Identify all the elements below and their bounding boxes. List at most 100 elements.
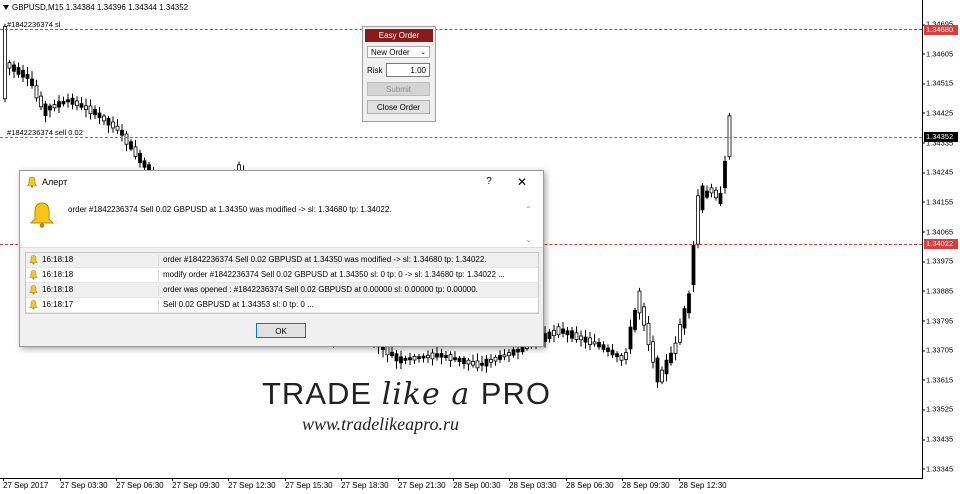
alert-message: order #1842236374 Sell 0.02 GBPUSD at 1.… (158, 255, 487, 266)
candle-body (615, 353, 619, 358)
candle-body (588, 337, 592, 345)
candle-body (111, 121, 115, 129)
candle-body (408, 357, 412, 361)
close-order-button[interactable]: Close Order (367, 100, 430, 114)
scroll-down-icon[interactable]: ⌄ (525, 235, 532, 244)
submit-button[interactable]: Submit (367, 82, 430, 96)
price-tick-label: 1.33975 (921, 256, 954, 266)
easy-order-panel: Easy Order New Order ⌄ Risk 1.00 Submit C… (362, 26, 436, 122)
candle-body (462, 357, 466, 365)
alert-message: order was opened : #1842236374 Sell 0.02… (158, 285, 478, 296)
candle-body (570, 330, 574, 339)
candle-body (682, 308, 687, 329)
brand-url: www.tradelikeapro.ru (302, 414, 459, 434)
price-tick-label: 1.33525 (921, 404, 954, 414)
candle-body (138, 152, 142, 164)
order-type-value: New Order (371, 48, 410, 57)
time-tick-label: 27 Sep 2017 (3, 478, 49, 490)
time-tick-label: 27 Sep 15:30 (285, 478, 333, 490)
candle-body (471, 361, 475, 366)
price-tick-label: 1.34245 (921, 167, 954, 177)
time-tick-label: 28 Sep 03:30 (509, 478, 557, 490)
list-item[interactable]: 16:18:18 order #1842236374 Sell 0.02 GBP… (26, 253, 538, 268)
candle-body (43, 103, 48, 117)
brand-title: TRADE like a PRO (262, 376, 551, 412)
candle-body (574, 332, 579, 340)
candle-body (439, 353, 444, 358)
price-tick-label: 1.33705 (921, 345, 954, 355)
price-tick-label: 1.34605 (921, 49, 954, 59)
help-button[interactable]: ? (482, 175, 496, 189)
candle-body (628, 326, 633, 350)
candle-body (75, 100, 79, 107)
order-type-select[interactable]: New Order ⌄ (367, 46, 430, 58)
price-tick-label: 1.33615 (921, 375, 954, 385)
scroll-up-icon[interactable]: ⌃ (525, 205, 532, 214)
candle-body (66, 99, 70, 103)
alert-time: 16:18:18 (42, 285, 74, 294)
candle-body (435, 353, 439, 358)
time-tick-label: 28 Sep 06:30 (566, 478, 614, 490)
candle-body (475, 360, 480, 369)
candle-body (642, 306, 646, 326)
candle-body (511, 349, 516, 356)
dialog-title: Алерт (42, 177, 68, 187)
brand-title-right: PRO (480, 376, 551, 411)
candle-body (583, 336, 588, 343)
candle-body (489, 359, 493, 363)
candle-body (106, 117, 111, 126)
risk-input[interactable]: 1.00 (386, 63, 430, 77)
price-axis[interactable]: 1.34695 1.34605 1.34515 1.34425 1.34335 1.342… (921, 0, 960, 478)
dialog-message: order #1842236374 Sell 0.02 GBPUSD at 1.… (68, 205, 392, 214)
close-button[interactable]: ✕ (515, 175, 529, 189)
candle-body (21, 69, 25, 78)
alert-time: 16:18:17 (42, 300, 74, 309)
candle-body (426, 354, 430, 359)
candle-body (30, 78, 34, 86)
sl-level-line[interactable] (0, 29, 922, 30)
chart-menu-triangle-icon[interactable] (3, 5, 9, 11)
time-tick-label: 27 Sep 09:30 (172, 478, 220, 490)
candle-body (552, 329, 556, 337)
alert-list[interactable]: 16:18:18 order #1842236374 Sell 0.02 GBP… (25, 252, 539, 314)
candle-body (597, 341, 601, 348)
candle-body (624, 352, 628, 360)
candle-body (385, 345, 390, 356)
candle-body (619, 355, 624, 361)
price-tick-label: 1.34515 (921, 78, 954, 88)
candle-body (25, 74, 30, 79)
time-tick-label: 27 Sep 06:30 (116, 478, 164, 490)
candle-body (700, 185, 705, 211)
time-axis[interactable]: 27 Sep 2017 27 Sep 03:30 27 Sep 06:30 27 Se… (0, 478, 922, 494)
candle-body (696, 195, 700, 245)
candle-body (417, 356, 421, 360)
bell-icon (26, 176, 38, 188)
candle-body (403, 357, 408, 361)
alert-time: 16:18:18 (42, 255, 74, 264)
candle-body (430, 352, 435, 360)
list-item[interactable]: 16:18:18 order was opened : #1842236374 … (26, 283, 538, 298)
order-level-line[interactable] (0, 137, 922, 138)
candle-body (579, 335, 583, 341)
price-level-badge: 1.34352 (924, 132, 958, 142)
candle-body (691, 245, 696, 285)
brand-title-left: TRADE (262, 376, 382, 411)
candle-body (669, 352, 673, 364)
list-item[interactable]: 16:18:17 Sell 0.02 GBPUSD at 1.34353 sl:… (26, 298, 538, 313)
candle-body (444, 355, 448, 358)
dialog-titlebar[interactable]: Алерт ? ✕ (20, 171, 543, 193)
candle-body (466, 359, 471, 365)
list-item[interactable]: 16:18:18 modify order #1842236374 Sell 0… (26, 268, 538, 283)
candle-body (610, 349, 615, 356)
large-bell-icon (29, 202, 55, 228)
candle-body (412, 355, 417, 361)
candle-body (57, 101, 61, 108)
ok-button[interactable]: OK (256, 323, 306, 338)
candle-body (34, 85, 39, 99)
candle-body (709, 187, 714, 194)
symbol-header-text: GBPUSD,M15 1.34384 1.34396 1.34344 1.343… (12, 3, 189, 12)
candle-body (48, 105, 52, 111)
candle-body (88, 105, 93, 115)
alert-time: 16:18:18 (42, 270, 74, 279)
candle-body (637, 290, 642, 314)
